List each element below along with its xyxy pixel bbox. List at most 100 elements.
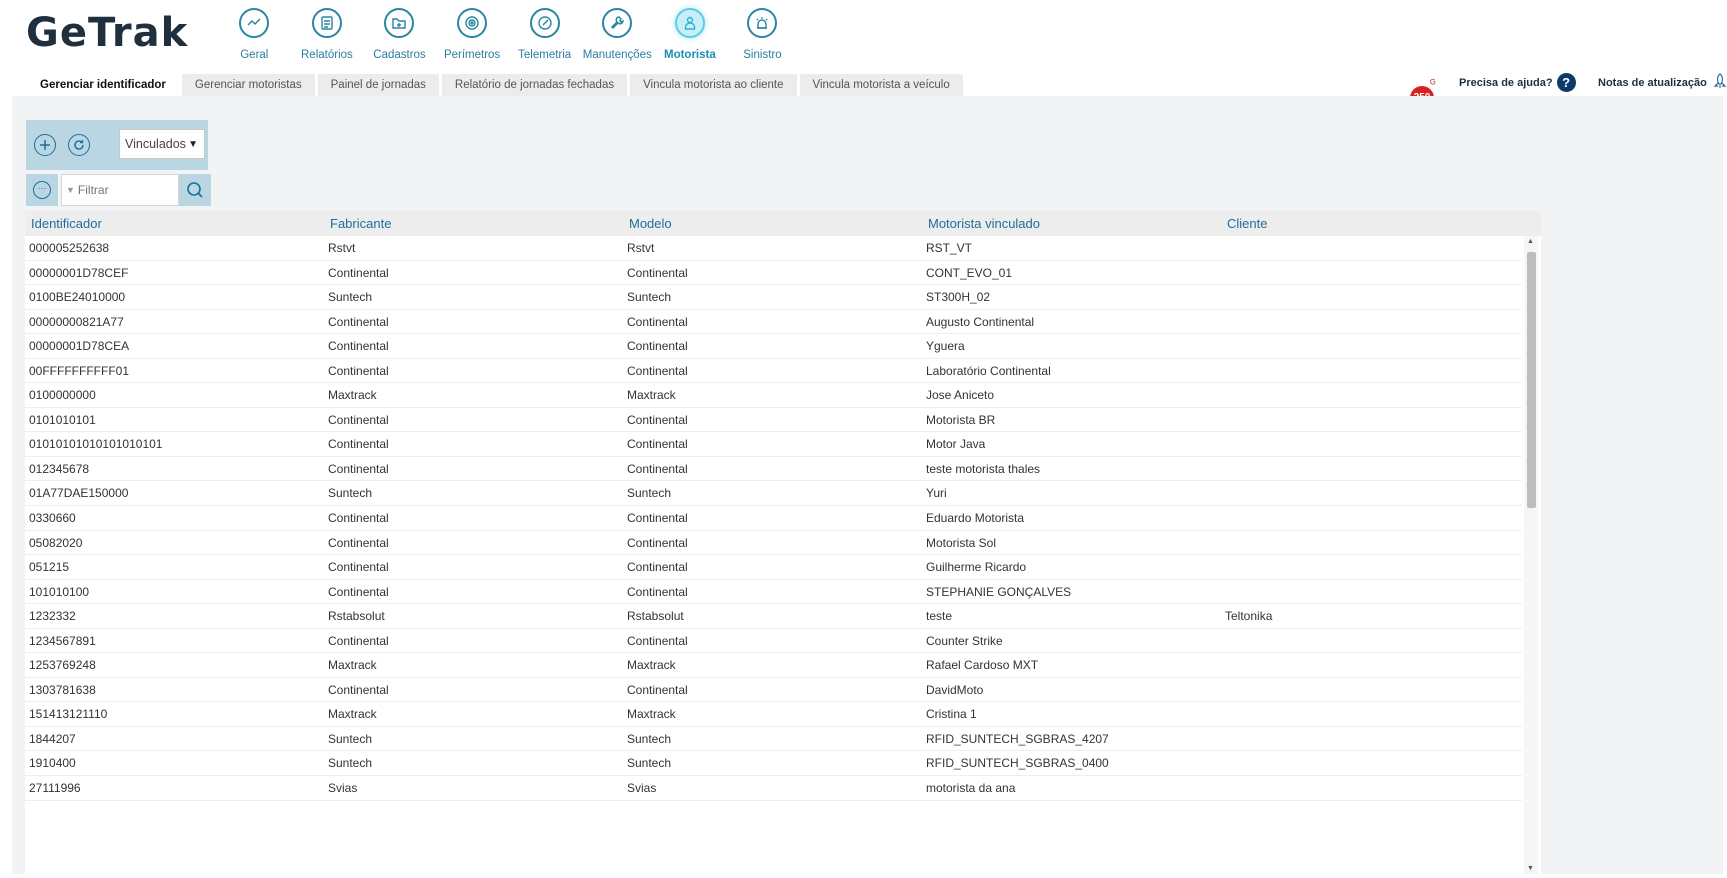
- antenna-icon: ᴳ: [1430, 78, 1436, 90]
- cell-modelo: Suntech: [627, 290, 672, 305]
- cell-fabricante: Rstabsolut: [328, 609, 385, 624]
- tab-gerenciar-motoristas[interactable]: Gerenciar motoristas: [181, 74, 315, 97]
- column-header-cliente[interactable]: Cliente: [1221, 211, 1520, 236]
- table-row[interactable]: 27111996 Svias Svias motorista da ana: [25, 776, 1522, 801]
- table-row[interactable]: 00000001D78CEA Continental Continental Ygue…: [25, 334, 1522, 359]
- module-telemetria[interactable]: Telemetria: [508, 8, 581, 61]
- gauge-icon: [529, 8, 560, 38]
- table-row[interactable]: 012345678 Continental Continental teste mot…: [25, 457, 1522, 482]
- column-header-identificador[interactable]: Identificador: [25, 211, 324, 236]
- tab-vincula-motorista-cliente[interactable]: Vincula motorista ao cliente: [630, 74, 797, 97]
- cell-motorista-vinculado: RFID_SUNTECH_SGBRAS_4207: [926, 731, 1109, 746]
- tab-vincula-motorista-veiculo[interactable]: Vincula motorista a veículo: [799, 74, 963, 97]
- cell-identificador: 00000001D78CEA: [29, 339, 130, 354]
- cell-fabricante: Maxtrack: [328, 707, 377, 722]
- table-header: Identificador Fabricante Modelo Motorist…: [25, 211, 1541, 236]
- question-icon: ?: [1556, 73, 1576, 92]
- table-row[interactable]: 00000000821A77 Continental Continental Augu…: [25, 310, 1522, 335]
- cell-motorista-vinculado: teste: [926, 609, 953, 624]
- cell-modelo: Continental: [627, 682, 688, 697]
- cell-motorista-vinculado: ST300H_02: [926, 290, 991, 305]
- table-body: 000005252638 Rstvt Rstvt RST_VT 00000001D78C…: [25, 236, 1522, 874]
- column-header-fabricante[interactable]: Fabricante: [324, 211, 623, 236]
- help-link[interactable]: Precisa de ajuda? ?: [1459, 73, 1576, 92]
- table-row[interactable]: 01010101010101010101 Continental Continent…: [25, 432, 1522, 457]
- scroll-down-icon[interactable]: ▼: [1527, 865, 1534, 872]
- folder-plus-icon: [384, 8, 415, 38]
- cell-fabricante: Maxtrack: [328, 388, 377, 403]
- cell-cliente: [1221, 531, 1520, 555]
- cell-cliente: [1221, 457, 1520, 481]
- cell-fabricante: Suntech: [328, 290, 373, 305]
- getrak-logo[interactable]: GeTrak: [26, 13, 188, 53]
- cell-modelo: Maxtrack: [627, 658, 676, 673]
- cell-cliente: [1221, 555, 1520, 579]
- cell-modelo: Svias: [627, 781, 657, 796]
- table-row[interactable]: 1910400 Suntech Suntech RFID_SUNTECH_SGBRAS…: [25, 751, 1522, 777]
- add-button[interactable]: [34, 134, 56, 156]
- filter-options-button[interactable]: ···: [26, 174, 58, 206]
- cell-fabricante: Continental: [328, 437, 389, 452]
- module-sinistro[interactable]: Sinistro: [726, 8, 799, 61]
- cell-identificador: 1232332: [29, 609, 76, 624]
- table-row[interactable]: 1844207 Suntech Suntech RFID_SUNTECH_SGBRAS…: [25, 727, 1522, 752]
- table-row[interactable]: 0101010101 Continental Continental Motorist…: [25, 408, 1522, 433]
- cell-motorista-vinculado: CONT_EVO_01: [926, 265, 1013, 280]
- module-relatorios[interactable]: Relatórios: [291, 8, 364, 61]
- module-manutencoes[interactable]: Manutenções: [581, 8, 654, 61]
- release-notes-link[interactable]: Notas de atualização: [1598, 73, 1727, 92]
- cell-cliente: [1221, 776, 1520, 800]
- module-geral[interactable]: Geral: [218, 8, 291, 61]
- module-cadastros[interactable]: Cadastros: [363, 8, 436, 61]
- tab-painel-de-jornadas[interactable]: Painel de jornadas: [317, 74, 439, 97]
- table-row[interactable]: 1303781638 Continental Continental DavidMot…: [25, 678, 1522, 703]
- tab-relatorio-jornadas-fechadas[interactable]: Relatório de jornadas fechadas: [441, 74, 628, 97]
- table-row[interactable]: 051215 Continental Continental Guilherme Ri…: [25, 555, 1522, 580]
- status-select[interactable]: Vinculados ▼: [119, 129, 205, 159]
- table-row[interactable]: 05082020 Continental Continental Motorista …: [25, 531, 1522, 556]
- search-icon: [187, 182, 203, 198]
- cell-cliente: Teltonika: [1225, 609, 1273, 624]
- cell-identificador: 0330660: [29, 511, 76, 526]
- table-row[interactable]: 0330660 Continental Continental Eduardo Mot…: [25, 506, 1522, 531]
- scroll-thumb[interactable]: [1527, 252, 1536, 508]
- cell-fabricante: Continental: [328, 339, 389, 354]
- filter-bar: ··· ▼: [26, 174, 211, 206]
- table-row[interactable]: 0100000000 Maxtrack Maxtrack Jose Aniceto: [25, 383, 1522, 408]
- module-label: Motorista: [663, 49, 716, 61]
- module-motorista[interactable]: Motorista: [654, 8, 727, 61]
- chevron-down-icon: ▼: [188, 138, 198, 150]
- module-perimetros[interactable]: Perímetros: [436, 8, 509, 61]
- table-row[interactable]: 101010100 Continental Continental STEPHANIE…: [25, 580, 1522, 605]
- cell-motorista-vinculado: teste motorista thales: [926, 461, 1041, 476]
- filter-input[interactable]: [77, 183, 178, 197]
- cell-motorista-vinculado: Cristina 1: [926, 707, 977, 722]
- cell-motorista-vinculado: Augusto Continental: [926, 314, 1035, 329]
- cell-identificador: 1844207: [29, 731, 76, 746]
- table-row[interactable]: 1232332 Rstabsolut Rstabsolut teste Teltonik…: [25, 604, 1522, 629]
- table-row[interactable]: 00FFFFFFFFFF01 Continental Continental Labo…: [25, 359, 1522, 384]
- table-scrollbar[interactable]: ▲ ▼: [1524, 236, 1538, 874]
- cell-identificador: 151413121110: [29, 707, 108, 722]
- search-button[interactable]: [179, 174, 211, 206]
- cell-cliente: [1221, 261, 1520, 285]
- table-row[interactable]: 151413121110 Maxtrack Maxtrack Cristina 1: [25, 702, 1522, 727]
- table-row[interactable]: 1253769248 Maxtrack Maxtrack Rafael Cardoso…: [25, 653, 1522, 678]
- cell-identificador: 27111996: [29, 781, 81, 796]
- rocket-icon: [1713, 73, 1727, 92]
- scroll-up-icon[interactable]: ▲: [1527, 238, 1534, 245]
- column-header-modelo[interactable]: Modelo: [623, 211, 922, 236]
- tab-gerenciar-identificador[interactable]: Gerenciar identificador: [27, 74, 179, 97]
- refresh-button[interactable]: [68, 134, 90, 156]
- column-header-motorista-vinculado[interactable]: Motorista vinculado: [922, 211, 1221, 236]
- cell-cliente: [1221, 580, 1520, 604]
- table-row[interactable]: 0100BE24010000 Suntech Suntech ST300H_02: [25, 285, 1522, 310]
- table-row[interactable]: 1234567891 Continental Continental Counter …: [25, 629, 1522, 654]
- cell-cliente: [1221, 236, 1520, 260]
- table-row[interactable]: 000005252638 Rstvt Rstvt RST_VT: [25, 236, 1522, 261]
- table-row[interactable]: 01A77DAE150000 Suntech Suntech Yuri: [25, 481, 1522, 507]
- cell-motorista-vinculado: Laboratório Continental: [926, 363, 1051, 378]
- table-row[interactable]: 00000001D78CEF Continental Continental CONT…: [25, 261, 1522, 286]
- cell-modelo: Suntech: [627, 731, 672, 746]
- cell-fabricante: Rstvt: [328, 241, 356, 255]
